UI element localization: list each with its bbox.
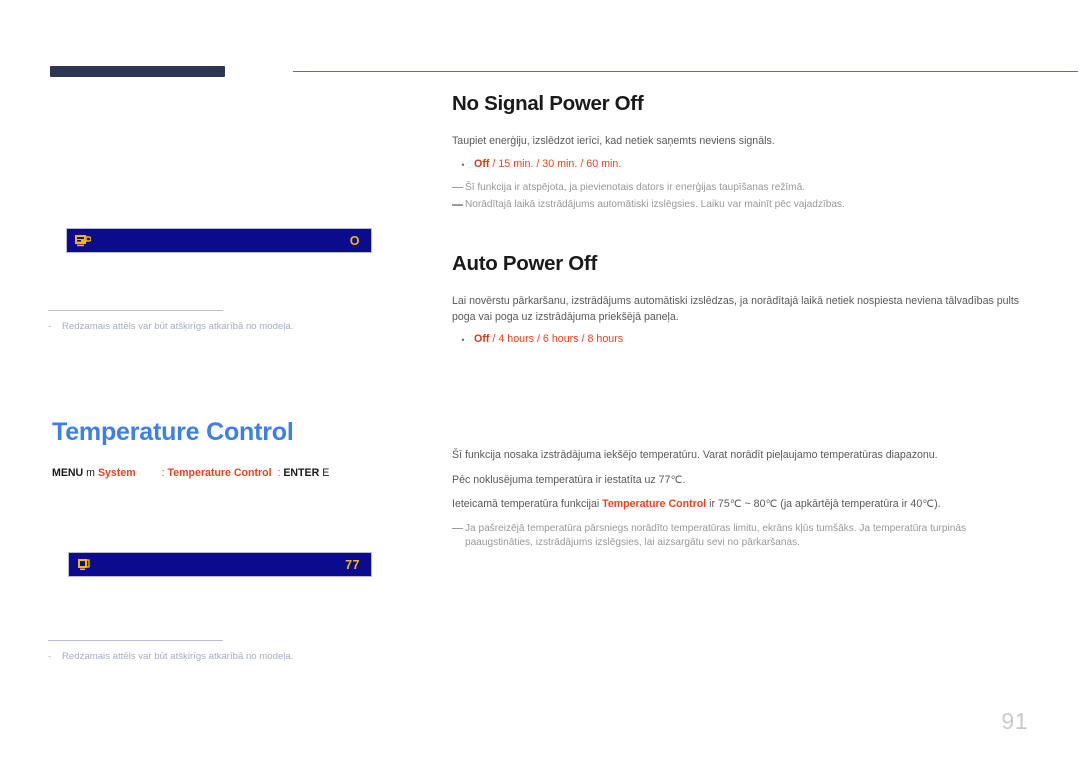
osd-value-power-off: O [349,233,360,248]
header-divider-line [293,71,1078,72]
figure1-caption-dash: - [48,321,52,332]
right-column: No Signal Power Off Taupiet enerģiju, iz… [452,92,1032,554]
temperature-control-note: Ja pašreizējā temperatūra pārsniegs norā… [452,522,1032,552]
temperature-control-line-3-post: ir 75℃ ~ 80℃ (ja apkārtējā temperatūra i… [706,498,941,511]
enter-label: ENTER [283,467,320,479]
page-number: 91 [1001,708,1028,734]
section-no-signal-power-off: No Signal Power Off Taupiet enerģiju, iz… [452,92,1032,213]
no-signal-options-bullet: • Off / 15 min. / 30 min. / 60 min. [452,157,1032,173]
no-signal-options-text: Off / 15 min. / 30 min. / 60 min. [474,157,621,172]
osd-bar-temperature[interactable]: 77 [68,552,372,577]
figure1-caption: - Redzamais attēls var būt atšķirīgs atk… [48,320,354,334]
section-gap-1 [452,216,1032,252]
menu-path-item-temperature-control[interactable]: Temperature Control [168,467,272,479]
bullet-dot-icon: • [461,335,465,346]
auto-power-off-option-list: / 4 hours / 6 hours / 8 hours [489,333,624,346]
no-signal-note-2: Norādītajā laikā izstrādājums automātisk… [452,198,1032,213]
figure2-caption: - Redzamais attēls var būt atšķirīgs atk… [48,650,354,664]
no-signal-option-list: / 15 min. / 30 min. / 60 min. [489,157,622,170]
auto-power-off-options-bullet: • Off / 4 hours / 6 hours / 8 hours [452,332,1032,348]
figure-temperature-control: 77 [68,552,372,577]
thermometer-icon [76,557,93,572]
figure1-caption-block: - Redzamais attēls var būt atšķirīgs atk… [48,310,354,334]
osd-value-temperature: 77 [345,557,360,572]
figure2-caption-block: - Redzamais attēls var būt atšķirīgs atk… [48,640,354,664]
menu-path-breadcrumb: MENU m System: Temperature Control : ENT… [52,467,329,479]
figure1-caption-text: Redzamais attēls var būt atšķirīgs atkar… [62,321,294,332]
auto-power-off-option-default: Off [474,333,490,346]
temperature-control-highlight: Temperature Control [602,498,707,511]
auto-power-off-options-text: Off / 4 hours / 6 hours / 8 hours [474,332,623,347]
temperature-control-line-1: Šī funkcija nosaka izstrādājuma iekšējo … [452,449,938,462]
section-gap-2 [452,356,1032,448]
section-temperature-control-body: Šī funkcija nosaka izstrādājuma iekšējo … [452,448,1032,551]
left-column: O - Redzamais attēls var būt atšķirīgs a… [48,90,433,710]
page-header-rule [50,66,1078,78]
note-dash-icon [452,522,465,536]
figure2-caption-text: Redzamais attēls var būt atšķirīgs atkar… [62,651,294,662]
menu-path-item-system[interactable]: System [98,467,136,479]
no-signal-intro-text: Taupiet enerģiju, izslēdzot ierīci, kad … [452,135,775,147]
no-signal-note-1-text: Šī funkcija ir atspējota, ja pievienotai… [465,181,805,193]
bullet-dot-icon: • [461,159,465,170]
note-dash-icon [452,181,465,195]
menu-button-icon: m [86,467,95,479]
enter-button-icon: E [322,467,330,479]
figure2-caption-rule [48,640,223,641]
monitor-power-icon [74,233,92,248]
temperature-control-line-3-pre: Ieteicamā temperatūra funkcijai [452,498,603,511]
temperature-control-note-text: Ja pašreizējā temperatūra pārsniegs norā… [465,522,966,549]
figure2-caption-dash: - [48,651,52,662]
temperature-control-line-3: Ieteicamā temperatūra funkcijai Temperat… [452,497,1032,513]
no-signal-option-default: Off [474,157,490,170]
osd-bar-power-off[interactable]: O [66,228,372,253]
section-auto-power-off: Auto Power Off Lai novērstu pārkaršanu, … [452,252,1032,348]
header-tab-block [50,66,225,77]
figure1-caption-rule [48,310,223,311]
figure-no-signal-power-off: O [66,228,372,253]
section-title-auto-power-off: Auto Power Off [452,252,597,276]
auto-power-off-intro-text: Lai novērstu pārkaršanu, izstrādājums au… [452,295,1020,323]
section-title-no-signal-power-off: No Signal Power Off [452,92,644,115]
temperature-control-line-2: Pēc noklusējuma temperatūra ir iestatīta… [452,473,686,486]
note-dash-icon [452,198,465,212]
menu-label: MENU [52,467,84,479]
page-title: Temperature Control [52,418,294,446]
no-signal-note-1: Šī funkcija ir atspējota, ja pievienotai… [452,181,1032,196]
no-signal-note-2-text: Norādītajā laikā izstrādājums automātisk… [465,199,845,211]
